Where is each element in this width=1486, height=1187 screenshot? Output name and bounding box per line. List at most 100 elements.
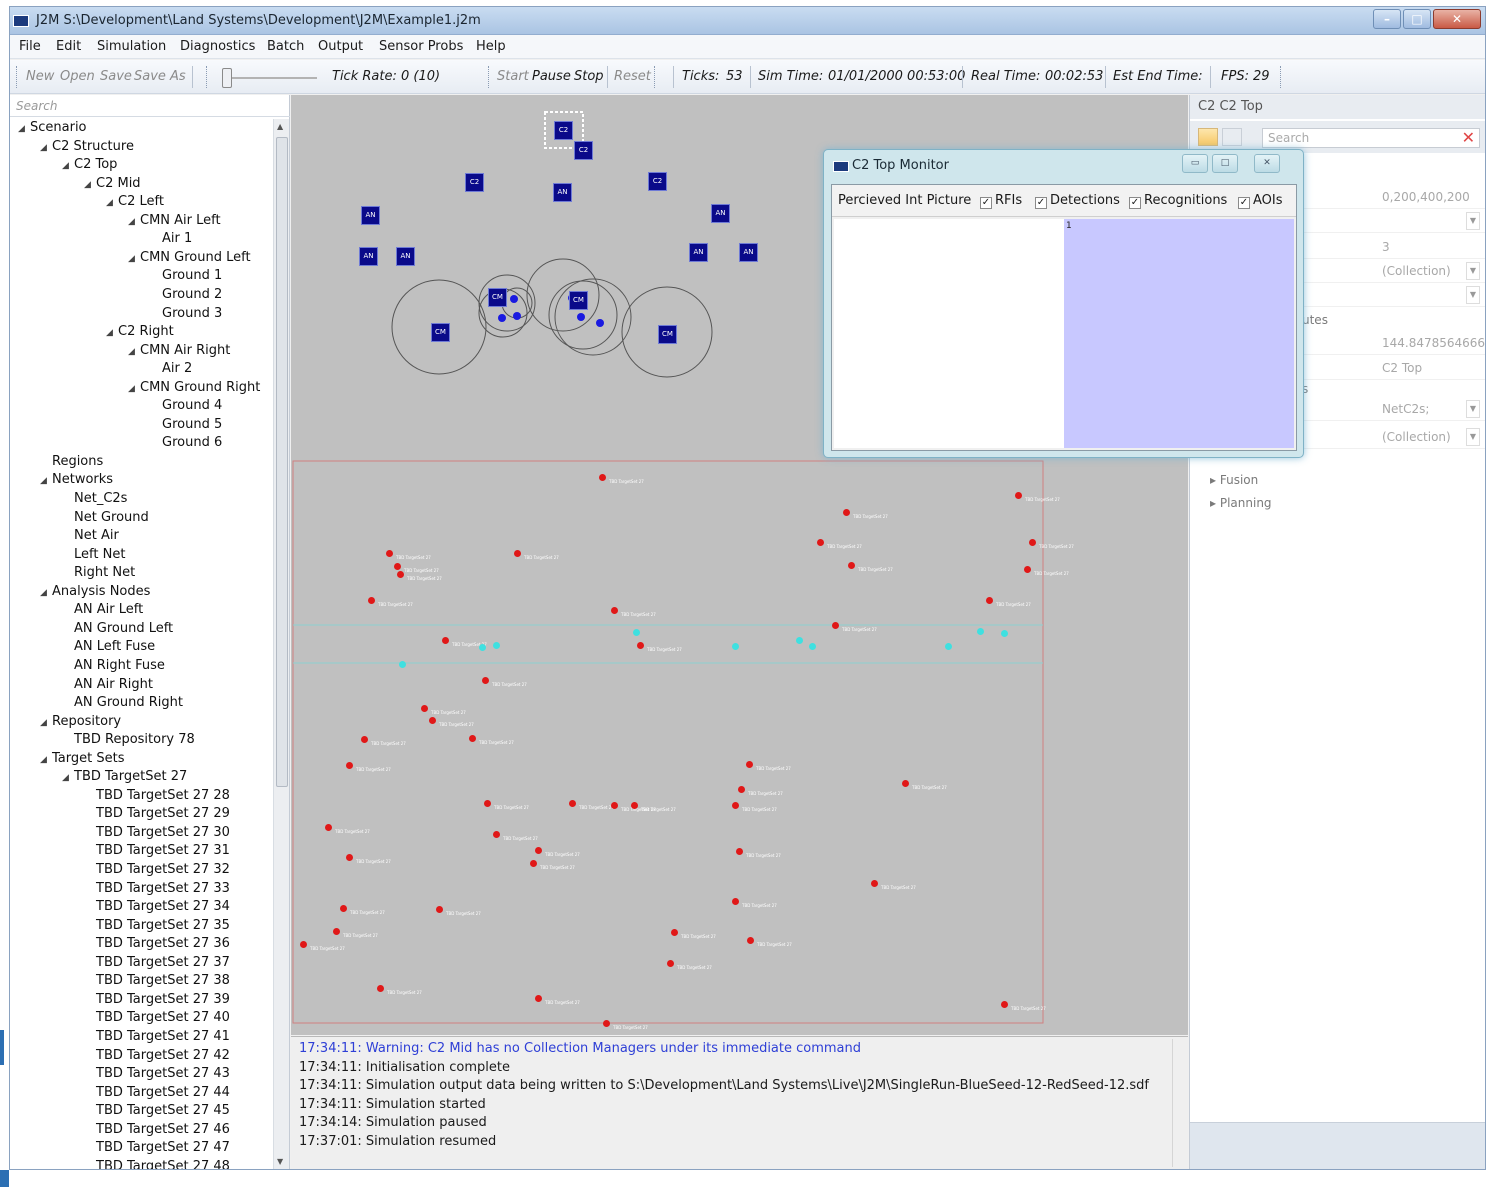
target-marker[interactable] <box>368 597 375 604</box>
target-marker[interactable] <box>436 906 443 913</box>
tree-item[interactable]: Ground 2 <box>150 286 222 304</box>
tree-item[interactable]: TBD TargetSet 27 47 <box>84 1139 230 1157</box>
scroll-down-icon[interactable]: ▼ <box>277 1157 283 1166</box>
tree-item[interactable]: Regions <box>40 453 103 471</box>
network-node[interactable]: C2 <box>465 173 484 192</box>
network-node[interactable]: C2 <box>574 141 593 160</box>
tree-item[interactable]: ◢ Target Sets <box>40 750 124 769</box>
target-marker[interactable] <box>611 802 618 809</box>
expand-arrow-icon[interactable]: ◢ <box>40 714 52 732</box>
expand-arrow-icon[interactable]: ◢ <box>84 176 96 194</box>
dropdown-arrow-icon[interactable]: ▼ <box>1466 262 1480 280</box>
target-marker[interactable] <box>442 637 449 644</box>
tick-rate-slider-track[interactable] <box>222 77 317 79</box>
tree-item[interactable]: ◢ CMN Ground Right <box>128 379 260 398</box>
dropdown-arrow-icon[interactable]: ▼ <box>1466 286 1480 304</box>
network-node[interactable]: CM <box>658 325 677 344</box>
expand-arrow-icon[interactable]: ▸ <box>1210 473 1220 487</box>
target-marker[interactable] <box>843 509 850 516</box>
target-marker[interactable] <box>469 735 476 742</box>
tree-item[interactable]: TBD TargetSet 27 31 <box>84 842 230 860</box>
menu-diagnostics[interactable]: Diagnostics <box>180 39 255 54</box>
target-marker[interactable] <box>1029 539 1036 546</box>
target-marker[interactable] <box>631 802 638 809</box>
tree-item[interactable]: Ground 6 <box>150 434 222 452</box>
detections-checkbox[interactable]: ✓ Detections <box>1035 193 1120 209</box>
tree-item[interactable]: AN Ground Right <box>62 694 183 712</box>
tree-item[interactable]: TBD TargetSet 27 42 <box>84 1047 230 1065</box>
tree-item[interactable]: ◢ C2 Top <box>62 156 117 175</box>
network-node[interactable]: C2 <box>554 121 573 140</box>
target-marker[interactable] <box>667 960 674 967</box>
target-marker[interactable] <box>535 847 542 854</box>
tree-search-input[interactable]: Search <box>10 95 290 117</box>
c2-top-monitor-window[interactable]: C2 Top Monitor ▭ □ ✕ Percieved Int Pictu… <box>823 149 1304 458</box>
target-marker[interactable] <box>429 717 436 724</box>
log-scrollbar[interactable] <box>1172 1039 1186 1167</box>
tree-item[interactable]: AN Air Left <box>62 601 143 619</box>
menu-file[interactable]: File <box>19 39 41 54</box>
tree-item[interactable]: TBD TargetSet 27 43 <box>84 1065 230 1083</box>
tree-item[interactable]: TBD TargetSet 27 34 <box>84 898 230 916</box>
menu-batch[interactable]: Batch <box>267 39 304 54</box>
network-node[interactable]: AN <box>711 204 730 223</box>
minimize-button[interactable]: – <box>1373 9 1401 29</box>
tree-scroll-thumb[interactable] <box>276 137 288 787</box>
tree-item[interactable]: TBD TargetSet 27 36 <box>84 935 230 953</box>
target-marker[interactable] <box>732 802 739 809</box>
tree-item[interactable]: Ground 1 <box>150 267 222 285</box>
expand-arrow-icon[interactable]: ◢ <box>128 380 140 398</box>
tree-item[interactable]: TBD TargetSet 27 48 <box>84 1158 230 1169</box>
tree-item[interactable]: TBD TargetSet 27 46 <box>84 1121 230 1139</box>
pause-button[interactable]: Pause <box>532 69 571 84</box>
toolbar-grip[interactable] <box>1280 66 1283 88</box>
expand-arrow-icon[interactable]: ◢ <box>40 751 52 769</box>
network-node[interactable]: CM <box>488 288 507 307</box>
tree-item[interactable]: TBD TargetSet 27 44 <box>84 1084 230 1102</box>
target-marker[interactable] <box>1001 1001 1008 1008</box>
detected-target-marker[interactable] <box>977 628 984 635</box>
target-marker[interactable] <box>333 928 340 935</box>
tree-item[interactable]: Ground 5 <box>150 416 222 434</box>
tree-item[interactable]: ◢ CMN Air Right <box>128 342 230 361</box>
menu-sensor-probs[interactable]: Sensor Probs <box>379 39 463 54</box>
reset-button[interactable]: Reset <box>614 69 651 84</box>
tree-item[interactable]: ◢ C2 Mid <box>84 175 141 194</box>
expand-arrow-icon[interactable]: ◢ <box>128 343 140 361</box>
expand-arrow-icon[interactable]: ◢ <box>40 584 52 602</box>
target-marker[interactable] <box>986 597 993 604</box>
target-marker[interactable] <box>611 607 618 614</box>
target-marker[interactable] <box>346 762 353 769</box>
expand-arrow-icon[interactable]: ▸ <box>1210 496 1220 510</box>
view-selector[interactable]: Percieved Int Picture <box>838 193 971 208</box>
start-button[interactable]: Start <box>497 69 529 84</box>
property-category[interactable]: ▸ Fusion <box>1210 473 1258 487</box>
tree-item[interactable]: ◢ C2 Right <box>106 323 174 342</box>
target-marker[interactable] <box>421 705 428 712</box>
expand-arrow-icon[interactable]: ◢ <box>128 250 140 268</box>
tree-item[interactable]: ◢ Repository <box>40 713 121 732</box>
save-button[interactable]: Save <box>100 69 132 84</box>
tree-item[interactable]: ◢ TBD TargetSet 27 <box>62 768 187 787</box>
expand-arrow-icon[interactable]: ◢ <box>62 157 74 175</box>
target-marker[interactable] <box>346 854 353 861</box>
expand-arrow-icon[interactable]: ◢ <box>106 194 118 212</box>
tree-item[interactable]: AN Air Right <box>62 676 153 694</box>
target-marker[interactable] <box>1024 566 1031 573</box>
tree-item[interactable]: Left Net <box>62 546 125 564</box>
detected-target-marker[interactable] <box>493 642 500 649</box>
stop-button[interactable]: Stop <box>574 69 604 84</box>
tree-scrollbar[interactable]: ▲ ▼ <box>273 119 289 1169</box>
network-node[interactable]: CM <box>431 323 450 342</box>
scroll-up-icon[interactable]: ▲ <box>277 122 283 131</box>
target-marker[interactable] <box>535 995 542 1002</box>
tree-item[interactable]: TBD TargetSet 27 39 <box>84 991 230 1009</box>
expand-arrow-icon[interactable]: ◢ <box>106 324 118 342</box>
monitor-maximize-button[interactable]: □ <box>1212 154 1238 173</box>
tree-item[interactable]: ◢ CMN Air Left <box>128 212 221 231</box>
target-marker[interactable] <box>514 550 521 557</box>
tree-item[interactable]: TBD Repository 78 <box>62 731 195 749</box>
tree-item[interactable]: Net_C2s <box>62 490 127 508</box>
rfis-checkbox[interactable]: ✓ RFIs <box>980 193 1022 209</box>
target-marker[interactable] <box>397 571 404 578</box>
